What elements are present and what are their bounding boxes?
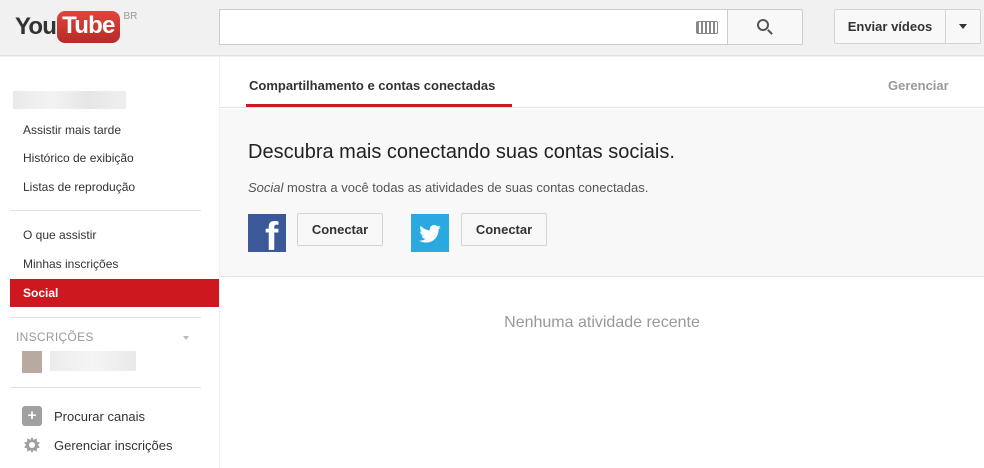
panel-description: Social mostra a você todas as atividades… bbox=[248, 180, 648, 195]
subscriptions-heading: INSCRIÇÕES bbox=[16, 330, 94, 344]
panel-description-text: mostra a você todas as atividades de sua… bbox=[283, 180, 649, 195]
avatar[interactable] bbox=[22, 351, 42, 373]
tab-sharing-connected-accounts[interactable]: Compartilhamento e contas conectadas bbox=[247, 57, 497, 108]
username-blurred[interactable] bbox=[13, 91, 126, 109]
logo-you-text: You bbox=[15, 13, 57, 40]
top-header: You Tube BR Enviar vídeos bbox=[0, 0, 984, 56]
sidebar-item-what-to-watch[interactable]: O que assistir bbox=[10, 221, 219, 249]
twitter-bird-icon bbox=[419, 225, 441, 243]
sidebar-item-playlists[interactable]: Listas de reprodução bbox=[10, 173, 219, 201]
sidebar-item-history[interactable]: Histórico de exibição bbox=[10, 144, 219, 172]
panel-title: Descubra mais conectando suas contas soc… bbox=[248, 141, 675, 163]
sidebar: Assistir mais tarde Histórico de exibiçã… bbox=[0, 57, 219, 468]
sidebar-item-my-subscriptions[interactable]: Minhas inscrições bbox=[10, 250, 219, 278]
keyboard-icon[interactable] bbox=[696, 21, 718, 34]
active-tab-indicator bbox=[246, 104, 512, 107]
channel-name-blurred[interactable] bbox=[50, 351, 136, 371]
browse-channels-link[interactable]: + Procurar canais bbox=[22, 405, 145, 427]
search-icon bbox=[757, 19, 769, 31]
twitter-connect-button[interactable]: Conectar bbox=[461, 213, 547, 246]
empty-activity-message: Nenhuma atividade recente bbox=[504, 314, 700, 331]
sidebar-item-watch-later[interactable]: Assistir mais tarde bbox=[10, 116, 219, 144]
search-input[interactable] bbox=[219, 9, 728, 45]
logo-tube-text: Tube bbox=[57, 11, 120, 43]
browse-channels-label: Procurar canais bbox=[54, 408, 146, 424]
gear-icon bbox=[22, 435, 42, 455]
chevron-down-icon[interactable] bbox=[183, 336, 189, 340]
plus-icon: + bbox=[22, 406, 42, 426]
search-button[interactable] bbox=[727, 9, 803, 45]
connect-accounts-panel: Descubra mais conectando suas contas soc… bbox=[220, 109, 984, 277]
facebook-connect-button[interactable]: Conectar bbox=[297, 213, 383, 246]
sidebar-divider bbox=[10, 317, 201, 318]
tab-bar: Compartilhamento e contas conectadas Ger… bbox=[220, 57, 984, 108]
upload-button[interactable]: Enviar vídeos bbox=[834, 9, 946, 44]
sidebar-item-social[interactable]: Social bbox=[10, 279, 219, 307]
logo-region: BR bbox=[123, 11, 138, 22]
upload-menu-button[interactable] bbox=[945, 9, 981, 44]
manage-subscriptions-label: Gerenciar inscrições bbox=[54, 437, 173, 453]
manage-link[interactable]: Gerenciar bbox=[888, 78, 949, 93]
social-emphasis: Social bbox=[248, 180, 284, 195]
sidebar-divider bbox=[10, 210, 201, 211]
sidebar-divider bbox=[10, 387, 201, 388]
twitter-icon bbox=[411, 214, 449, 252]
main-content: Compartilhamento e contas conectadas Ger… bbox=[220, 57, 984, 468]
chevron-down-icon bbox=[959, 24, 967, 29]
youtube-logo[interactable]: You Tube BR bbox=[15, 11, 137, 43]
facebook-icon: f bbox=[248, 214, 286, 252]
manage-subscriptions-link[interactable]: Gerenciar inscrições bbox=[22, 434, 173, 456]
